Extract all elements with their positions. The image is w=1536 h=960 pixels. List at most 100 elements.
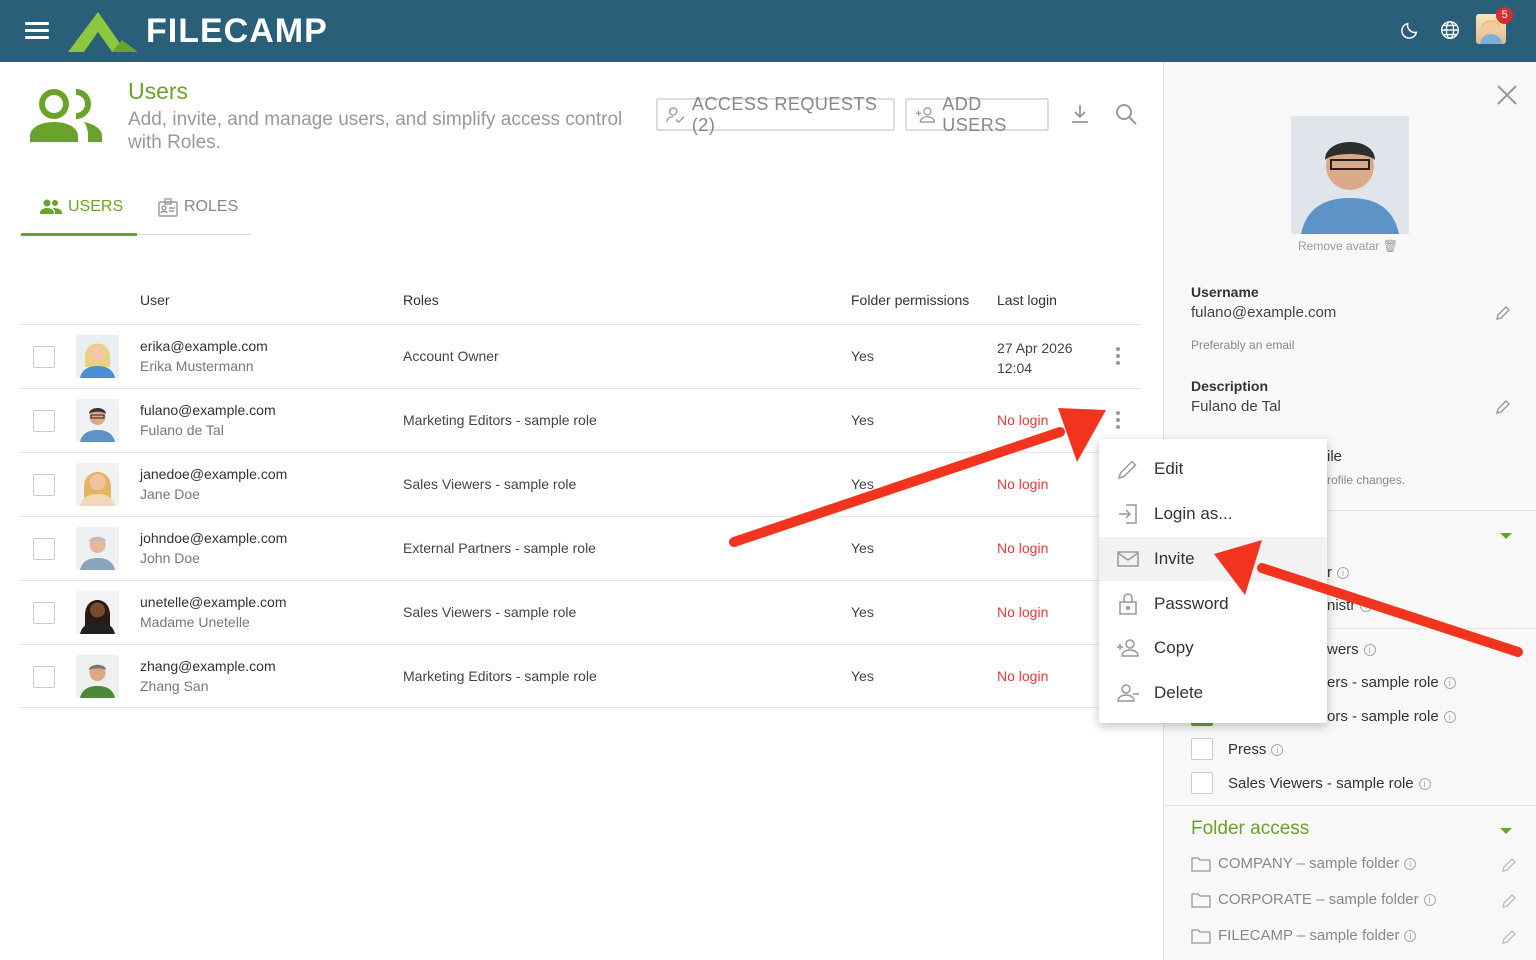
access-requests-button[interactable]: ACCESS REQUESTS (2) bbox=[656, 94, 895, 135]
tab-users-label: USERS bbox=[68, 198, 124, 215]
login-icon bbox=[1119, 504, 1137, 524]
last-login: No login bbox=[997, 668, 1049, 684]
folder-permissions: Yes bbox=[851, 412, 874, 428]
row-checkbox[interactable] bbox=[33, 602, 55, 624]
info-icon: i bbox=[1418, 778, 1431, 790]
roles-collapse-icon[interactable] bbox=[1500, 533, 1512, 539]
table-row[interactable]: janedoe@example.com Jane Doe Sales Viewe… bbox=[21, 452, 1141, 516]
close-icon[interactable] bbox=[1496, 84, 1518, 106]
remove-avatar-link[interactable]: Remove avatar 🗑 bbox=[1298, 239, 1398, 253]
download-icon[interactable] bbox=[1068, 102, 1092, 126]
table-row[interactable]: unetelle@example.com Madame Unetelle Sal… bbox=[21, 580, 1141, 644]
user-name: Madame Unetelle bbox=[140, 614, 250, 630]
role-option[interactable]: ri bbox=[1327, 564, 1349, 581]
add-user-icon bbox=[915, 106, 936, 123]
menu-item-edit[interactable]: Edit bbox=[1099, 447, 1327, 491]
user-email[interactable]: unetelle@example.com bbox=[140, 594, 287, 610]
folder-permissions: Yes bbox=[851, 540, 874, 556]
notification-badge[interactable]: 5 bbox=[1496, 7, 1513, 24]
folder-item[interactable]: FILECAMP – sample folder i bbox=[1191, 927, 1417, 944]
lock-icon bbox=[1119, 593, 1137, 615]
users-tab-icon bbox=[40, 199, 62, 214]
role-option[interactable]: ers - sample role i bbox=[1327, 674, 1456, 691]
role-checkbox[interactable] bbox=[1191, 772, 1213, 794]
description-value: Fulano de Tal bbox=[1191, 398, 1281, 415]
row-checkbox[interactable] bbox=[33, 474, 55, 496]
user-role: Account Owner bbox=[403, 348, 499, 364]
menu-item-login-as[interactable]: Login as... bbox=[1099, 492, 1327, 536]
folder-name: COMPANY – sample folder bbox=[1218, 855, 1400, 872]
table-row[interactable]: erika@example.com Erika Mustermann Accou… bbox=[21, 324, 1141, 388]
role-option-label: wers bbox=[1327, 641, 1359, 658]
table-row[interactable]: fulano@example.com Fulano de Tal Marketi… bbox=[21, 388, 1141, 452]
page-title: Users bbox=[128, 78, 189, 104]
folder-access-collapse-icon[interactable] bbox=[1500, 828, 1512, 834]
language-icon[interactable] bbox=[1439, 19, 1461, 41]
role-option-label: Sales Viewers - sample role bbox=[1228, 775, 1414, 792]
username-label: Username bbox=[1191, 284, 1259, 300]
edit-folder-icon[interactable] bbox=[1501, 929, 1517, 945]
role-option[interactable]: wers i bbox=[1327, 641, 1376, 658]
row-checkbox[interactable] bbox=[33, 666, 55, 688]
last-login: No login bbox=[997, 476, 1049, 492]
role-option[interactable]: Sales Viewers - sample role i bbox=[1228, 775, 1431, 792]
folder-item[interactable]: COMPANY – sample folder i bbox=[1191, 855, 1417, 872]
column-header-folder-permissions[interactable]: Folder permissions bbox=[851, 292, 969, 308]
edit-folder-icon[interactable] bbox=[1501, 893, 1517, 909]
user-email[interactable]: johndoe@example.com bbox=[140, 530, 287, 546]
row-actions-icon[interactable] bbox=[1111, 409, 1125, 433]
edit-description-icon[interactable] bbox=[1495, 399, 1511, 415]
menu-icon[interactable] bbox=[25, 22, 49, 40]
info-icon: i bbox=[1423, 893, 1436, 906]
row-checkbox[interactable] bbox=[33, 346, 55, 368]
role-option[interactable]: ors - sample role i bbox=[1327, 708, 1456, 725]
add-users-button[interactable]: ADD USERS bbox=[905, 94, 1049, 135]
column-header-last-login[interactable]: Last login bbox=[997, 292, 1057, 308]
user-role: Marketing Editors - sample role bbox=[403, 412, 597, 428]
logo[interactable]: FILECAMP bbox=[68, 8, 328, 54]
user-email[interactable]: janedoe@example.com bbox=[140, 466, 287, 482]
user-avatar-large[interactable] bbox=[1291, 116, 1409, 234]
user-email[interactable]: fulano@example.com bbox=[140, 402, 276, 418]
edit-username-icon[interactable] bbox=[1495, 305, 1511, 321]
tab-active-indicator bbox=[21, 233, 137, 236]
role-option[interactable]: nistr i bbox=[1327, 597, 1373, 614]
info-icon: i bbox=[1337, 567, 1349, 579]
folder-item[interactable]: CORPORATE – sample folder i bbox=[1191, 891, 1436, 908]
edit-folder-icon[interactable] bbox=[1501, 857, 1517, 873]
folder-permissions: Yes bbox=[851, 476, 874, 492]
last-login-time: 12:04 bbox=[997, 360, 1033, 376]
remove-avatar-label: Remove avatar bbox=[1298, 239, 1380, 253]
role-checkbox[interactable] bbox=[1191, 738, 1213, 760]
user-email[interactable]: erika@example.com bbox=[140, 338, 268, 354]
table-row[interactable]: johndoe@example.com John Doe External Pa… bbox=[21, 516, 1141, 580]
row-checkbox[interactable] bbox=[33, 538, 55, 560]
folder-icon bbox=[1191, 856, 1211, 872]
dark-mode-icon[interactable] bbox=[1399, 19, 1421, 41]
trash-icon: 🗑 bbox=[1382, 239, 1398, 253]
role-option[interactable]: Press i bbox=[1228, 741, 1284, 758]
menu-item-label: Edit bbox=[1154, 459, 1184, 478]
add-users-label: ADD USERS bbox=[942, 93, 1007, 135]
user-email[interactable]: zhang@example.com bbox=[140, 658, 276, 674]
menu-item-password[interactable]: Password bbox=[1099, 582, 1327, 626]
profile-option-label: ile bbox=[1327, 448, 1343, 465]
row-checkbox[interactable] bbox=[33, 410, 55, 432]
search-icon[interactable] bbox=[1114, 102, 1138, 126]
column-header-user[interactable]: User bbox=[140, 292, 170, 308]
users-icon bbox=[30, 89, 102, 142]
folder-access-title[interactable]: Folder access bbox=[1191, 818, 1309, 840]
menu-item-copy[interactable]: Copy bbox=[1099, 626, 1327, 670]
username-hint: Preferably an email bbox=[1191, 338, 1295, 352]
row-context-menu: Edit Login as... Invite Password Copy De… bbox=[1099, 439, 1327, 723]
description-label: Description bbox=[1191, 378, 1269, 394]
tab-users[interactable]: USERS bbox=[40, 198, 123, 236]
tab-roles[interactable]: ROLES bbox=[158, 198, 238, 236]
panel-divider bbox=[1163, 805, 1536, 806]
top-bar: FILECAMP 5 bbox=[0, 0, 1536, 62]
table-row[interactable]: zhang@example.com Zhang San Marketing Ed… bbox=[21, 644, 1141, 708]
menu-item-invite[interactable]: Invite bbox=[1099, 537, 1327, 581]
menu-item-delete[interactable]: Delete bbox=[1099, 671, 1327, 715]
column-header-roles[interactable]: Roles bbox=[403, 292, 439, 308]
row-actions-icon[interactable] bbox=[1111, 345, 1125, 369]
